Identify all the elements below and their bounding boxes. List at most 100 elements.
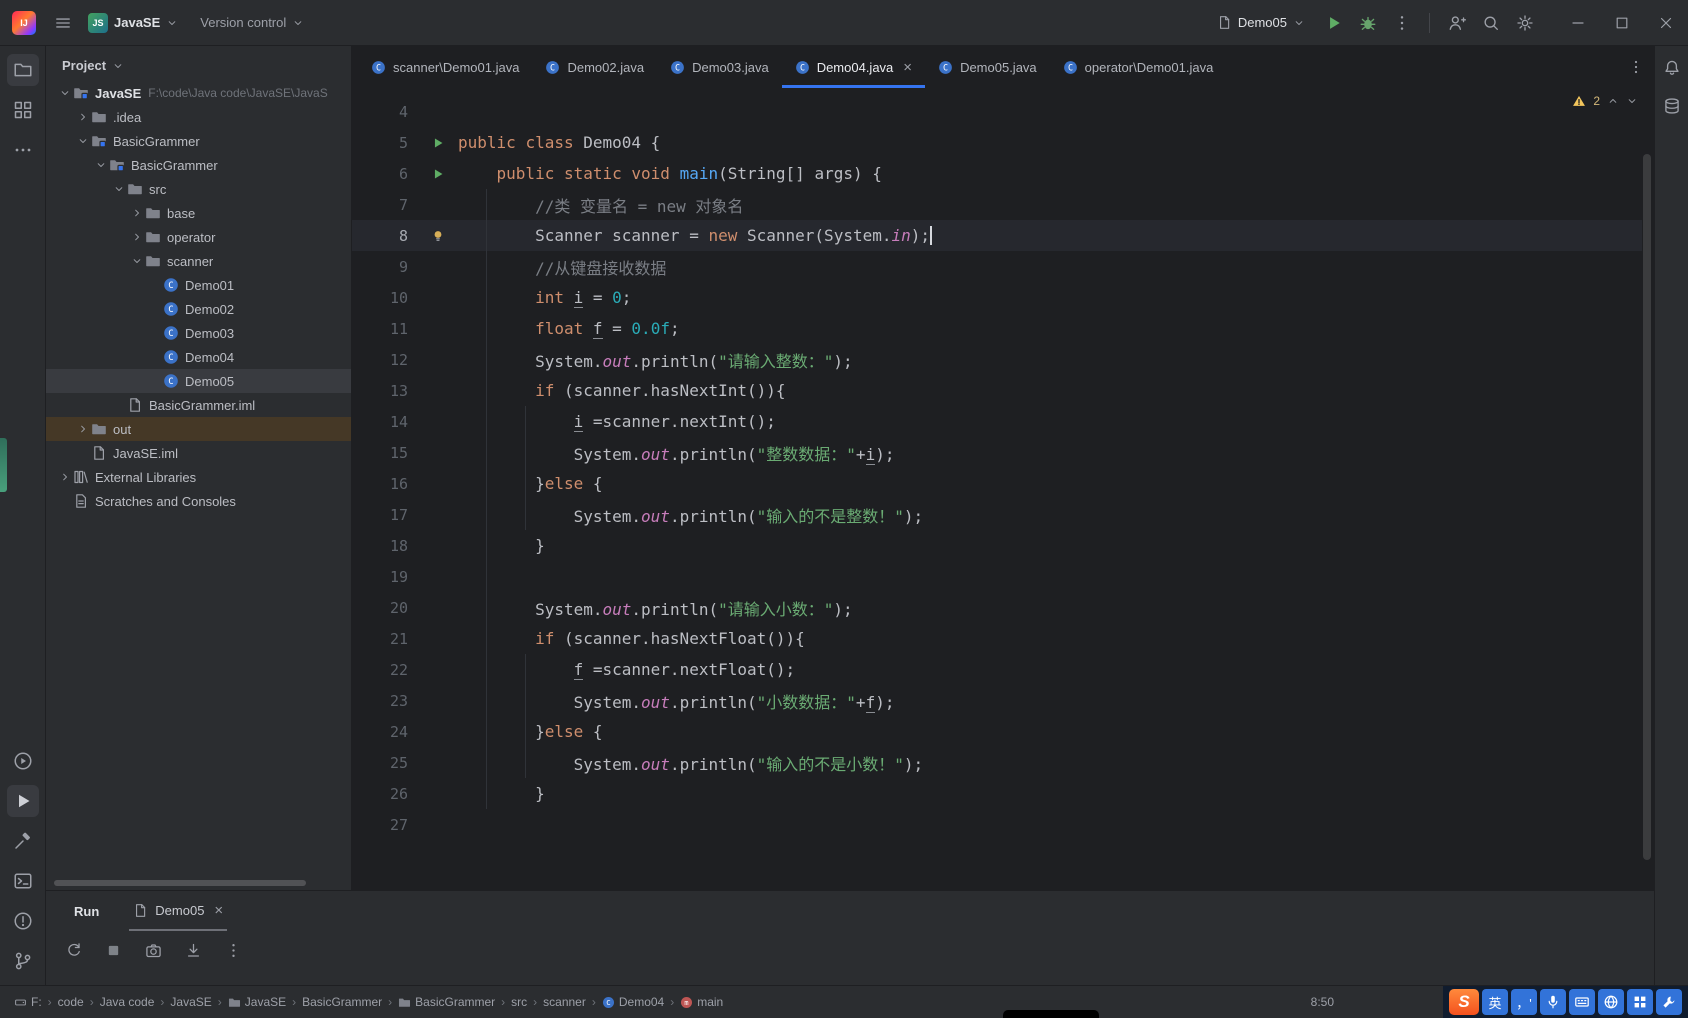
intellij-logo[interactable]: IJ <box>12 10 36 35</box>
tree-item-JavaSE.iml[interactable]: JavaSE.iml <box>46 441 351 465</box>
close-icon[interactable]: × <box>214 903 223 918</box>
code-line-26[interactable]: 26 } <box>352 778 1642 809</box>
line-number[interactable]: 27 <box>352 816 418 834</box>
tree-item-JavaSE[interactable]: JavaSE F:\code\Java code\JavaSE\JavaS <box>46 81 351 105</box>
tree-item-scanner[interactable]: scanner <box>46 249 351 273</box>
line-number[interactable]: 7 <box>352 196 418 214</box>
crumb-F:[interactable]: F: <box>14 995 42 1009</box>
next-problem-icon[interactable] <box>1626 95 1638 107</box>
stop-button[interactable] <box>102 939 124 961</box>
tool-version-control-button[interactable] <box>7 945 39 977</box>
vcs-selector[interactable]: Version control <box>192 11 312 34</box>
tab-Demo02.java[interactable]: C Demo02.java <box>532 46 657 88</box>
line-number[interactable]: 18 <box>352 537 418 555</box>
run-config-selector[interactable]: Demo05 <box>1209 11 1313 34</box>
tree-item-Scratches and Consoles[interactable]: Scratches and Consoles <box>46 489 351 513</box>
crumb-Java code[interactable]: Java code <box>100 995 155 1009</box>
line-number[interactable]: 15 <box>352 444 418 462</box>
maximize-button[interactable] <box>1600 0 1644 46</box>
crumb-src[interactable]: src <box>511 995 527 1009</box>
tab-Demo05.java[interactable]: C Demo05.java <box>925 46 1050 88</box>
line-number[interactable]: 10 <box>352 289 418 307</box>
tree-item-Demo05[interactable]: C Demo05 <box>46 369 351 393</box>
tool-project-folder-button[interactable] <box>6 54 39 86</box>
tool-structure-button[interactable] <box>7 94 39 126</box>
code-line-16[interactable]: 16 }else { <box>352 468 1642 499</box>
line-number[interactable]: 19 <box>352 568 418 586</box>
tool-services-button[interactable] <box>7 745 39 777</box>
ime-mic-tile[interactable] <box>1540 989 1566 1015</box>
prev-problem-icon[interactable] <box>1607 95 1619 107</box>
line-number[interactable]: 11 <box>352 320 418 338</box>
main-menu-button[interactable] <box>48 8 78 38</box>
tree-item-.idea[interactable]: .idea <box>46 105 351 129</box>
line-number[interactable]: 5 <box>352 134 418 152</box>
code-line-20[interactable]: 20 System.out.println("请输入小数："); <box>352 592 1642 623</box>
line-number[interactable]: 12 <box>352 351 418 369</box>
tool-more-button[interactable] <box>7 134 39 166</box>
chevron-right-icon[interactable] <box>128 207 145 219</box>
code-line-23[interactable]: 23 System.out.println("小数数据："+f); <box>352 685 1642 716</box>
code-line-11[interactable]: 11 float f = 0.0f; <box>352 313 1642 344</box>
project-selector[interactable]: JS JavaSE <box>80 9 186 37</box>
chevron-down-icon[interactable] <box>128 255 145 267</box>
tab-options-button[interactable] <box>1628 46 1654 88</box>
notifications-button[interactable] <box>1658 54 1686 82</box>
tab-Demo03.java[interactable]: C Demo03.java <box>657 46 782 88</box>
code-line-19[interactable]: 19 <box>352 561 1642 592</box>
tree-item-out[interactable]: out <box>46 417 351 441</box>
search-button[interactable] <box>1476 8 1506 38</box>
tree-item-Demo01[interactable]: C Demo01 <box>46 273 351 297</box>
line-number[interactable]: 25 <box>352 754 418 772</box>
minimize-button[interactable] <box>1556 0 1600 46</box>
tree-item-operator[interactable]: operator <box>46 225 351 249</box>
more-actions-button[interactable] <box>1387 8 1417 38</box>
code-line-6[interactable]: 6 public static void main(String[] args)… <box>352 158 1642 189</box>
tool-terminal-button[interactable] <box>7 865 39 897</box>
crumb-Demo04[interactable]: C Demo04 <box>602 995 664 1009</box>
ime-keyboard-tile[interactable] <box>1569 989 1595 1015</box>
line-number[interactable]: 17 <box>352 506 418 524</box>
inspections-widget[interactable]: 2 <box>1572 94 1638 108</box>
scroll_end-button[interactable] <box>182 939 204 961</box>
chevron-right-icon[interactable] <box>128 231 145 243</box>
code-line-17[interactable]: 17 System.out.println("输入的不是整数！"); <box>352 499 1642 530</box>
add-user-button[interactable] <box>1442 8 1472 38</box>
close-button[interactable] <box>1644 0 1688 46</box>
line-number[interactable]: 6 <box>352 165 418 183</box>
run-tab[interactable]: Demo05 × <box>129 891 228 931</box>
settings-button[interactable] <box>1510 8 1540 38</box>
intention-bulb-icon[interactable] <box>418 229 458 243</box>
tool-build-button[interactable] <box>7 825 39 857</box>
tree-item-BasicGrammer[interactable]: BasicGrammer <box>46 129 351 153</box>
chevron-down-icon[interactable] <box>92 159 109 171</box>
database-button[interactable] <box>1658 92 1686 120</box>
line-number[interactable]: 22 <box>352 661 418 679</box>
line-number[interactable]: 21 <box>352 630 418 648</box>
chevron-right-icon[interactable] <box>56 471 73 483</box>
code-line-21[interactable]: 21 if (scanner.hasNextFloat()){ <box>352 623 1642 654</box>
code-line-4[interactable]: 4 <box>352 96 1642 127</box>
line-number[interactable]: 26 <box>352 785 418 803</box>
ime-wrench-tile[interactable] <box>1656 989 1682 1015</box>
tool-run-button[interactable] <box>6 785 39 817</box>
run-panel-title[interactable]: Run <box>74 904 99 919</box>
project-panel-header[interactable]: Project <box>46 46 351 81</box>
line-number[interactable]: 20 <box>352 599 418 617</box>
run-line-icon[interactable] <box>418 167 458 181</box>
run-button[interactable] <box>1319 8 1349 38</box>
tree-item-BasicGrammer[interactable]: BasicGrammer <box>46 153 351 177</box>
close-icon[interactable]: × <box>903 60 912 75</box>
kebab-button[interactable] <box>222 939 244 961</box>
code-line-22[interactable]: 22 f =scanner.nextFloat(); <box>352 654 1642 685</box>
sogou-logo[interactable]: S <box>1449 989 1479 1015</box>
run-line-icon[interactable] <box>418 136 458 150</box>
tree-item-Demo04[interactable]: C Demo04 <box>46 345 351 369</box>
ime-text-tile[interactable]: 英 <box>1482 989 1508 1015</box>
debug-button[interactable] <box>1353 8 1383 38</box>
ime-text-tile[interactable]: ，' <box>1511 989 1537 1015</box>
code-line-18[interactable]: 18 } <box>352 530 1642 561</box>
crumb-JavaSE[interactable]: JavaSE <box>170 995 211 1009</box>
tree-item-base[interactable]: base <box>46 201 351 225</box>
line-number[interactable]: 4 <box>352 103 418 121</box>
